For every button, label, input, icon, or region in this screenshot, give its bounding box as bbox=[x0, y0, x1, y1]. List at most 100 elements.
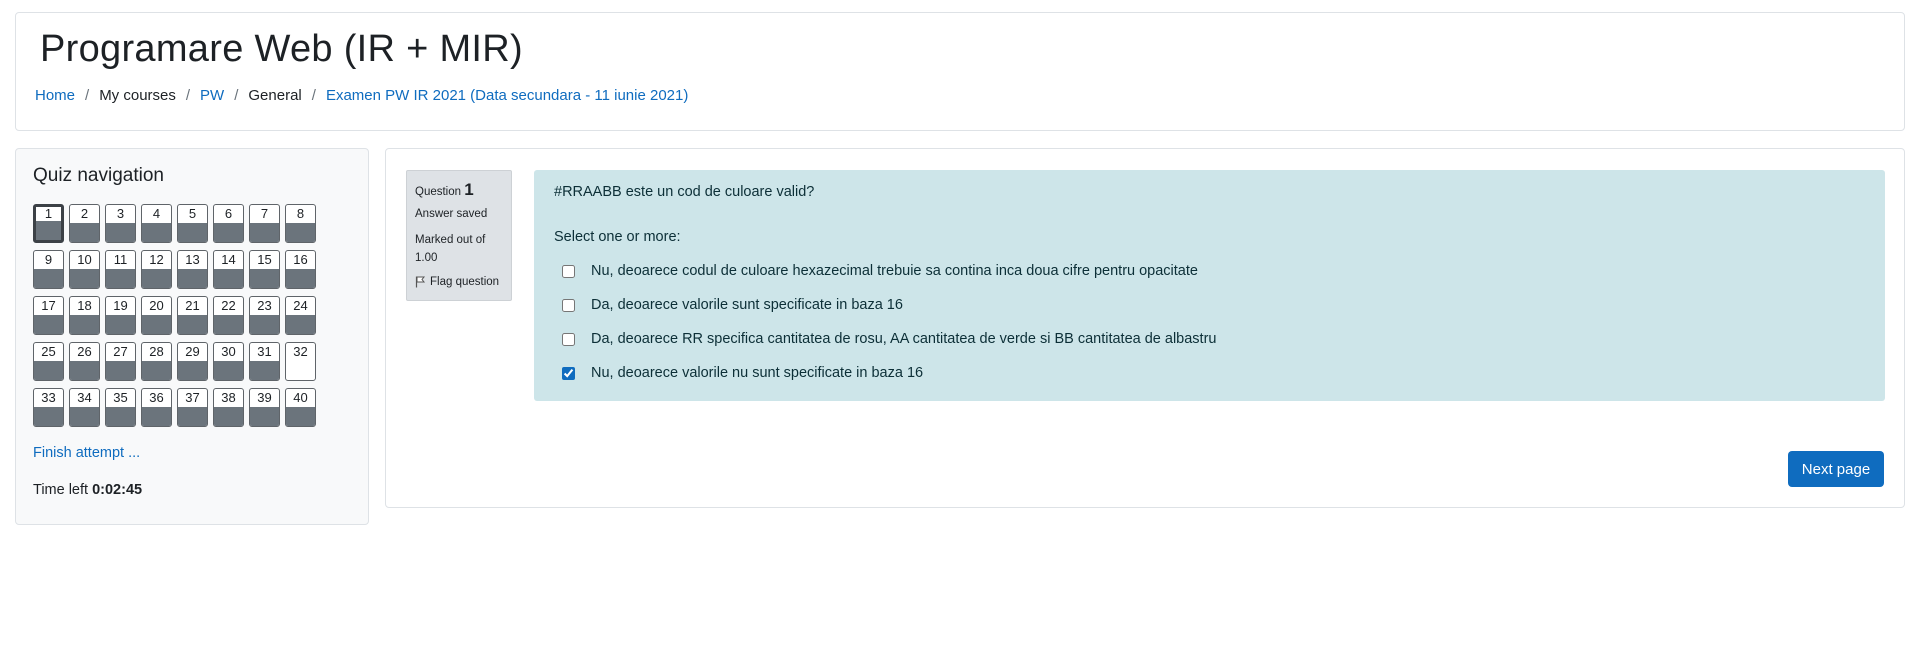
answered-indicator bbox=[106, 315, 135, 334]
quiz-nav-button[interactable]: 35 bbox=[105, 388, 136, 427]
quiz-nav-number: 20 bbox=[149, 298, 164, 313]
quiz-nav-button[interactable]: 7 bbox=[249, 204, 280, 243]
breadcrumb-general: General bbox=[248, 87, 302, 104]
quiz-nav-button[interactable]: 5 bbox=[177, 204, 208, 243]
quiz-nav-number: 21 bbox=[185, 298, 200, 313]
quiz-nav-number: 8 bbox=[296, 206, 305, 221]
answer-checkbox[interactable] bbox=[562, 264, 575, 278]
answer-option[interactable]: Da, deoarece valorile sunt specificate i… bbox=[562, 288, 1216, 322]
answered-indicator bbox=[70, 223, 99, 242]
quiz-nav-button[interactable]: 23 bbox=[249, 296, 280, 335]
answered-indicator bbox=[178, 361, 207, 380]
quiz-nav-button[interactable]: 16 bbox=[285, 250, 316, 289]
quiz-nav-button[interactable]: 39 bbox=[249, 388, 280, 427]
quiz-nav-button[interactable]: 40 bbox=[285, 388, 316, 427]
quiz-nav-number: 6 bbox=[224, 206, 233, 221]
answer-option[interactable]: Nu, deoarece valorile nu sunt specificat… bbox=[562, 356, 1216, 390]
breadcrumb-exam[interactable]: Examen PW IR 2021 (Data secundara - 11 i… bbox=[326, 87, 688, 104]
quiz-nav-button[interactable]: 4 bbox=[141, 204, 172, 243]
quiz-nav-button[interactable]: 10 bbox=[69, 250, 100, 289]
quiz-nav-number: 36 bbox=[149, 390, 164, 405]
answer-checkbox[interactable] bbox=[562, 332, 575, 346]
quiz-nav-button[interactable]: 11 bbox=[105, 250, 136, 289]
quiz-nav-number: 34 bbox=[77, 390, 92, 405]
quiz-nav-button[interactable]: 27 bbox=[105, 342, 136, 381]
quiz-nav-button[interactable]: 32 bbox=[285, 342, 316, 381]
flag-question-label: Flag question bbox=[430, 276, 500, 288]
answer-checkbox[interactable] bbox=[562, 366, 575, 380]
answered-indicator bbox=[142, 361, 171, 380]
quiz-nav-number: 2 bbox=[80, 206, 89, 221]
quiz-nav-button[interactable]: 29 bbox=[177, 342, 208, 381]
quiz-nav-button[interactable]: 37 bbox=[177, 388, 208, 427]
quiz-nav-button[interactable]: 8 bbox=[285, 204, 316, 243]
quiz-nav-button[interactable]: 13 bbox=[177, 250, 208, 289]
answer-option[interactable]: Nu, deoarece codul de culoare hexazecima… bbox=[562, 254, 1216, 288]
answered-indicator bbox=[250, 223, 279, 242]
quiz-nav-number: 22 bbox=[221, 298, 236, 313]
quiz-nav-number: 12 bbox=[149, 252, 164, 267]
quiz-nav-number: 26 bbox=[77, 344, 92, 359]
breadcrumb-home[interactable]: Home bbox=[35, 87, 75, 104]
quiz-nav-number: 32 bbox=[293, 344, 308, 359]
answer-checkbox[interactable] bbox=[562, 298, 575, 312]
quiz-nav-button[interactable]: 24 bbox=[285, 296, 316, 335]
answered-indicator bbox=[250, 361, 279, 380]
question-number: Question 1 bbox=[415, 180, 503, 200]
quiz-nav-number: 37 bbox=[185, 390, 200, 405]
quiz-nav-button[interactable]: 9 bbox=[33, 250, 64, 289]
quiz-nav-button[interactable]: 26 bbox=[69, 342, 100, 381]
next-page-button[interactable]: Next page bbox=[1788, 451, 1884, 487]
answered-indicator bbox=[286, 223, 315, 242]
flag-question-button[interactable]: Flag question bbox=[415, 276, 503, 288]
quiz-nav-number: 33 bbox=[41, 390, 56, 405]
quiz-nav-number: 23 bbox=[257, 298, 272, 313]
question-state: Answer saved bbox=[415, 208, 488, 220]
quiz-nav-number: 38 bbox=[221, 390, 236, 405]
quiz-nav-button[interactable]: 15 bbox=[249, 250, 280, 289]
quiz-nav-button[interactable]: 19 bbox=[105, 296, 136, 335]
breadcrumb-pw[interactable]: PW bbox=[200, 87, 224, 104]
quiz-navigation-title: Quiz navigation bbox=[33, 165, 164, 186]
quiz-nav-button[interactable]: 36 bbox=[141, 388, 172, 427]
question-grade: Marked out of 1.00 bbox=[415, 231, 503, 267]
quiz-nav-button[interactable]: 22 bbox=[213, 296, 244, 335]
quiz-nav-button[interactable]: 25 bbox=[33, 342, 64, 381]
quiz-nav-number: 18 bbox=[77, 298, 92, 313]
question-label: Question bbox=[415, 186, 462, 198]
quiz-nav-number: 27 bbox=[113, 344, 128, 359]
quiz-nav-number: 9 bbox=[44, 252, 53, 267]
quiz-nav-button[interactable]: 17 bbox=[33, 296, 64, 335]
quiz-nav-button[interactable]: 38 bbox=[213, 388, 244, 427]
quiz-nav-button[interactable]: 2 bbox=[69, 204, 100, 243]
answered-indicator bbox=[70, 315, 99, 334]
quiz-nav-button[interactable]: 3 bbox=[105, 204, 136, 243]
quiz-nav-button[interactable]: 6 bbox=[213, 204, 244, 243]
quiz-nav-number: 17 bbox=[41, 298, 56, 313]
quiz-nav-button[interactable]: 21 bbox=[177, 296, 208, 335]
quiz-nav-button[interactable]: 33 bbox=[33, 388, 64, 427]
question-info: Question 1 Answer saved Marked out of 1.… bbox=[406, 170, 512, 301]
quiz-navigation-grid: 1 2 3 4 5 6 7 8 9 10 11 12 13 14 15 16 17 18 19 20 21 22 23 24 2… bbox=[33, 204, 316, 427]
answer-option[interactable]: Da, deoarece RR specifica cantitatea de … bbox=[562, 322, 1216, 356]
quiz-nav-button[interactable]: 1 bbox=[33, 204, 64, 243]
answer-options: Nu, deoarece codul de culoare hexazecima… bbox=[562, 254, 1216, 390]
answered-indicator bbox=[106, 269, 135, 288]
question-text: #RRAABB este un cod de culoare valid? bbox=[554, 184, 815, 200]
quiz-nav-number: 29 bbox=[185, 344, 200, 359]
quiz-nav-button[interactable]: 20 bbox=[141, 296, 172, 335]
answered-indicator bbox=[250, 315, 279, 334]
finish-attempt-link[interactable]: Finish attempt ... bbox=[33, 445, 140, 461]
answered-indicator bbox=[214, 407, 243, 426]
question-formulation: #RRAABB este un cod de culoare valid? Se… bbox=[534, 170, 1885, 401]
quiz-nav-button[interactable]: 18 bbox=[69, 296, 100, 335]
quiz-nav-button[interactable]: 34 bbox=[69, 388, 100, 427]
quiz-nav-button[interactable]: 30 bbox=[213, 342, 244, 381]
quiz-nav-number: 24 bbox=[293, 298, 308, 313]
quiz-nav-button[interactable]: 12 bbox=[141, 250, 172, 289]
quiz-nav-button[interactable]: 14 bbox=[213, 250, 244, 289]
answered-indicator bbox=[286, 269, 315, 288]
quiz-nav-button[interactable]: 28 bbox=[141, 342, 172, 381]
quiz-nav-button[interactable]: 31 bbox=[249, 342, 280, 381]
quiz-navigation-block: Quiz navigation 1 2 3 4 5 6 7 8 9 10 11 12 13 14 15 16 1… bbox=[15, 148, 369, 525]
